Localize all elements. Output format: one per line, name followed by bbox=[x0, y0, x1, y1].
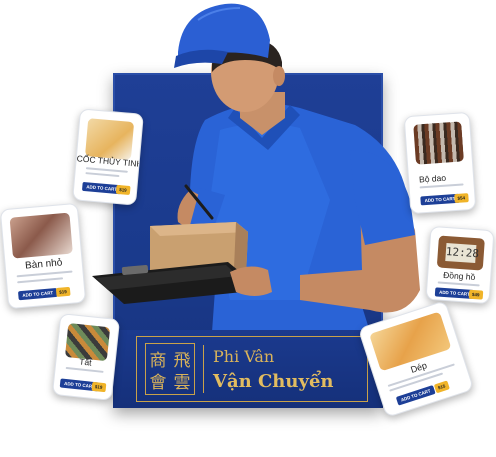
product-card-socks[interactable]: Tất ADD TO CART $19 bbox=[51, 313, 121, 401]
brand-logo-block: 商 飛 會 雲 Phi Vân Vận Chuyển bbox=[136, 336, 368, 402]
clock-display: 12:28 bbox=[445, 243, 479, 264]
product-image-knife-set bbox=[413, 121, 464, 165]
product-image-small-table bbox=[9, 212, 73, 259]
price-badge: $54 bbox=[454, 193, 469, 204]
brand-tagline: Vận Chuyển bbox=[213, 371, 334, 392]
product-image-clock: 12:28 bbox=[436, 235, 485, 271]
price-badge: $19 bbox=[91, 381, 106, 393]
seal-char-4: 雲 bbox=[174, 373, 191, 393]
brand-name: Phi Vân bbox=[213, 347, 275, 366]
product-desc-line bbox=[85, 172, 120, 178]
price-badge: $19 bbox=[115, 184, 131, 195]
price-badge: $19 bbox=[55, 286, 71, 297]
product-card-small-table[interactable]: Bàn nhỏ ADD TO CART $19 bbox=[0, 202, 87, 310]
product-title: Bộ dao bbox=[418, 172, 447, 185]
product-card-glass-cup[interactable]: CỐC THỦY TINH ADD TO CART $19 bbox=[72, 108, 144, 206]
price-badge: $15 bbox=[433, 380, 450, 394]
product-desc-line bbox=[437, 281, 480, 287]
brand-divider bbox=[203, 345, 204, 393]
product-desc-line bbox=[17, 277, 64, 284]
seal-char-3: 會 bbox=[150, 373, 167, 393]
seal-char-2: 飛 bbox=[174, 351, 191, 371]
add-to-cart-button[interactable]: ADD TO CART bbox=[17, 287, 58, 301]
product-desc-line bbox=[419, 183, 464, 189]
product-card-clock[interactable]: 12:28 Đồng hồ ADD TO CART $49 bbox=[425, 225, 495, 305]
seal-emblem: 商 飛 會 雲 bbox=[145, 343, 195, 395]
seal-char-1: 商 bbox=[150, 351, 167, 371]
product-image-glass-cup bbox=[85, 118, 135, 160]
promo-stage: 商 飛 會 雲 Phi Vân Vận Chuyển CỐC THỦY TINH… bbox=[0, 0, 496, 457]
price-badge: $49 bbox=[468, 289, 483, 300]
product-card-knife-set[interactable]: Bộ dao ADD TO CART $54 bbox=[403, 111, 477, 215]
add-to-cart-button[interactable]: ADD TO CART bbox=[395, 385, 436, 406]
